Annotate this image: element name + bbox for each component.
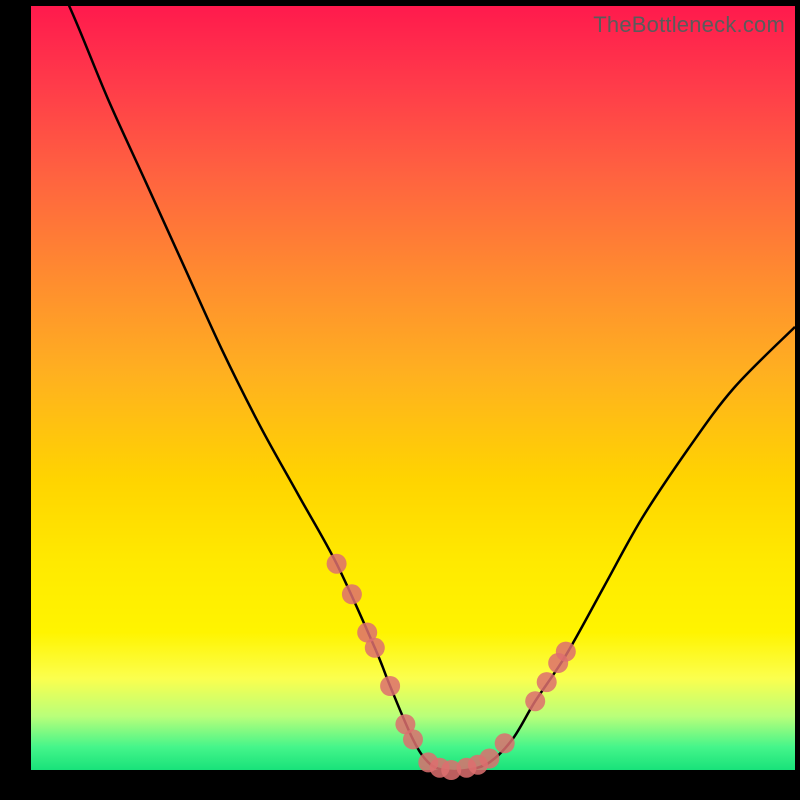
bottleneck-curve bbox=[31, 0, 795, 771]
curve-marker bbox=[327, 554, 347, 574]
curve-marker bbox=[556, 642, 576, 662]
curve-marker bbox=[525, 691, 545, 711]
curve-marker bbox=[537, 672, 557, 692]
curve-layer bbox=[31, 6, 795, 770]
plot-area: TheBottleneck.com bbox=[31, 6, 795, 770]
curve-marker bbox=[342, 584, 362, 604]
curve-marker bbox=[380, 676, 400, 696]
curve-marker bbox=[365, 638, 385, 658]
chart-frame: TheBottleneck.com bbox=[0, 0, 800, 800]
curve-marker bbox=[403, 729, 423, 749]
curve-marker bbox=[495, 733, 515, 753]
curve-marker bbox=[479, 749, 499, 769]
curve-markers bbox=[327, 554, 576, 780]
